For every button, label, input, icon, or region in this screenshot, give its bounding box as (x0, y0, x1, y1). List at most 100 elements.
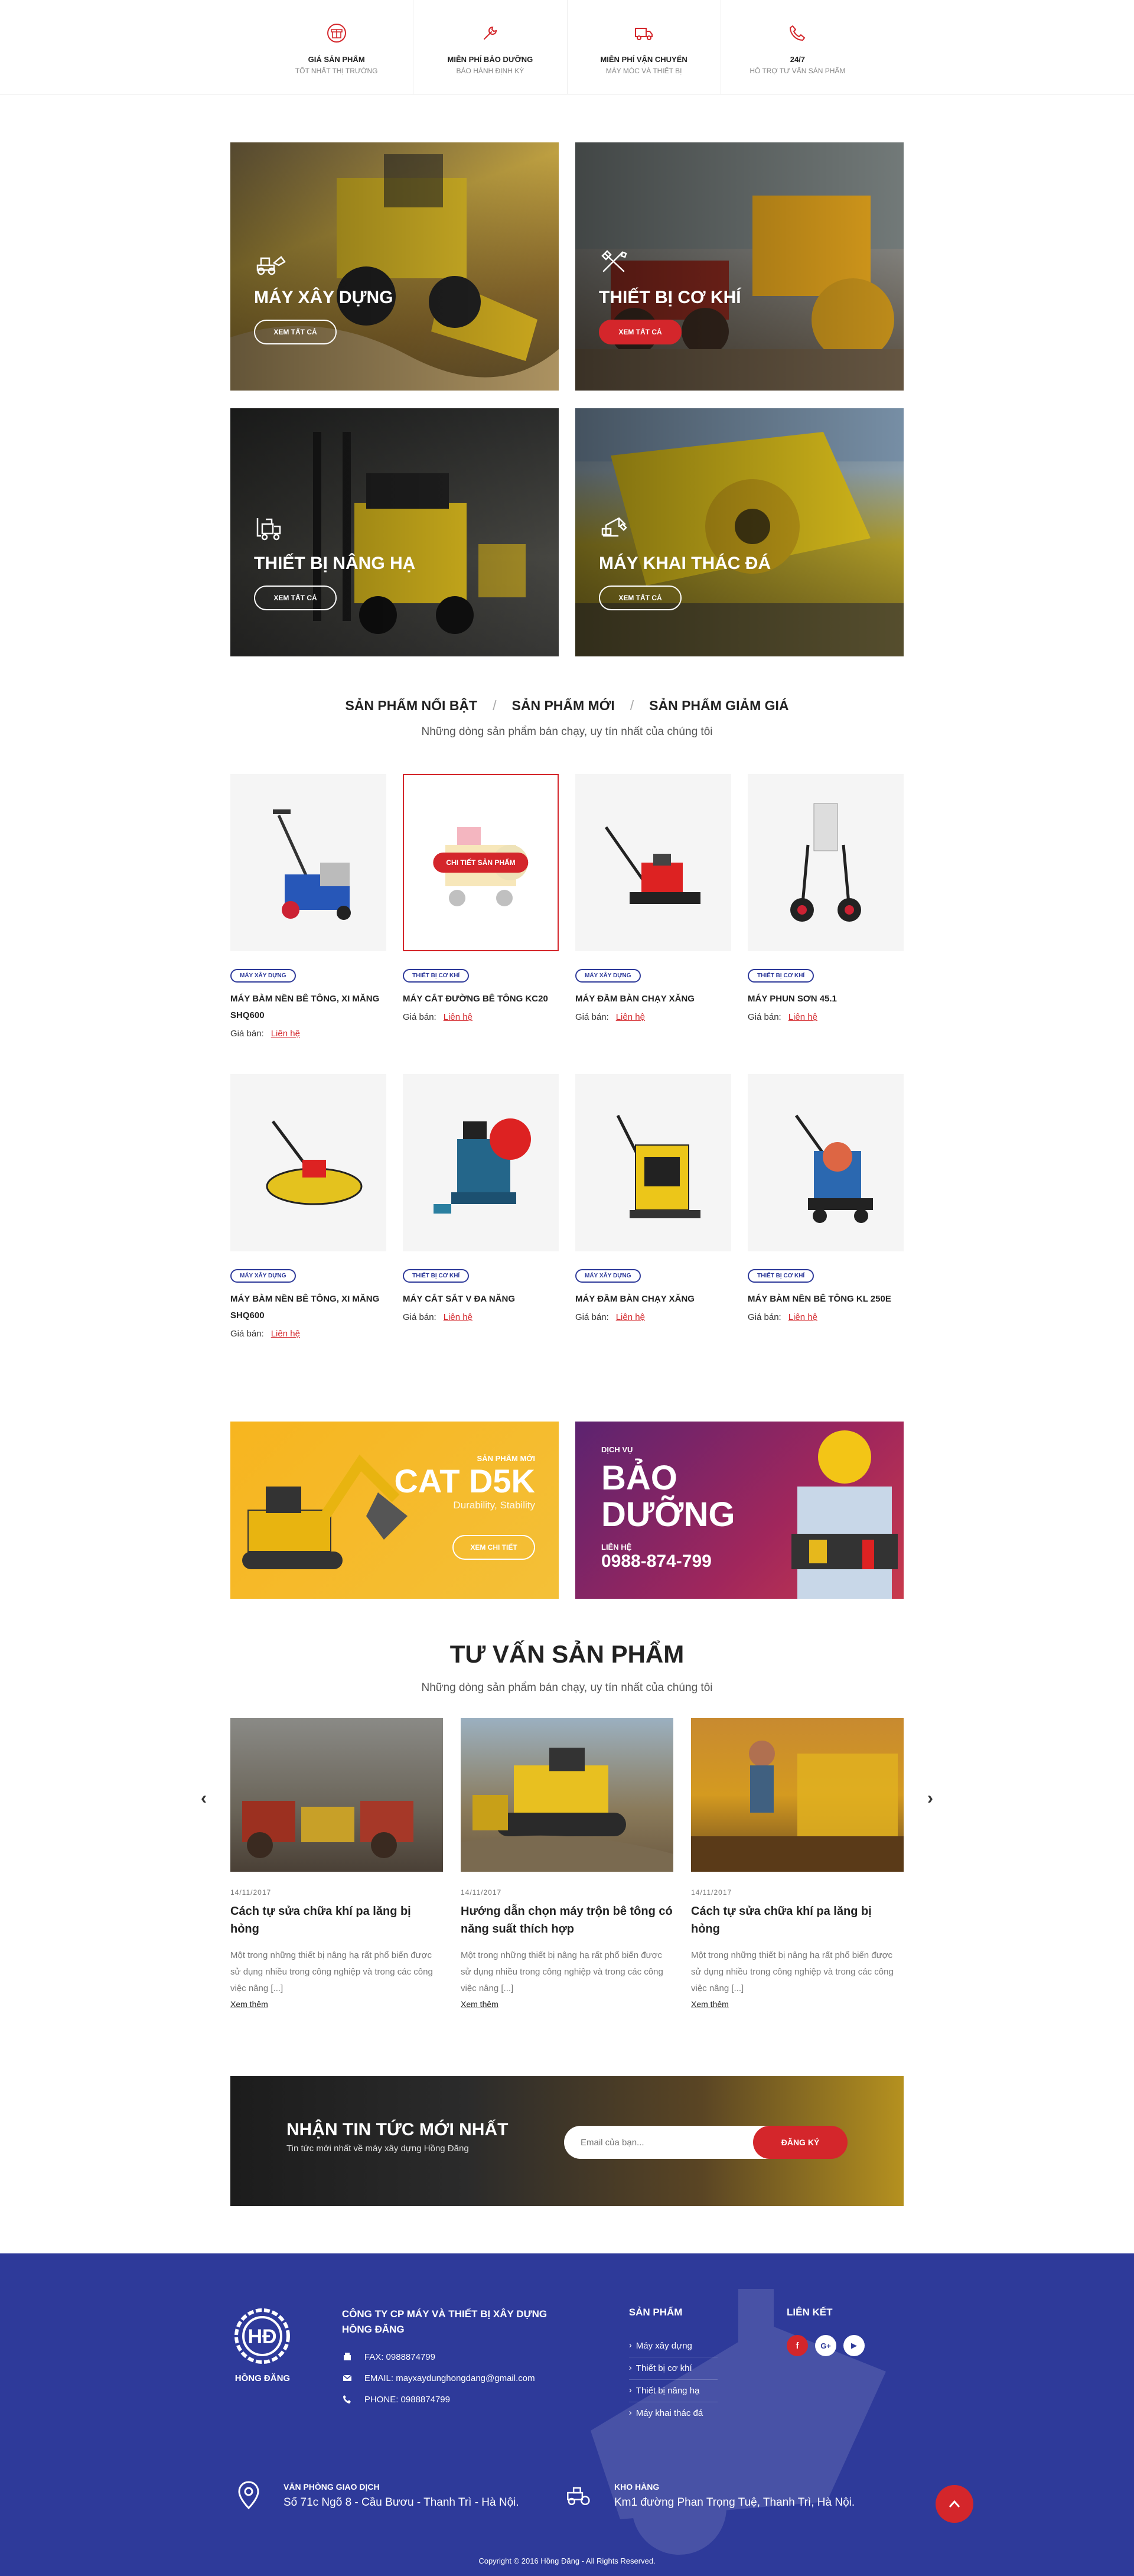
read-more-link[interactable]: Xem thêm (230, 1999, 443, 2009)
tab-sale[interactable]: SẢN PHẨM GIẢM GIÁ (649, 698, 788, 714)
product-card[interactable]: MÁY XÂY DỰNG MÁY ĐẦM BÀN CHẠY XĂNG Giá b… (575, 774, 731, 1074)
footer-link-construction[interactable]: Máy xây dựng (628, 2335, 718, 2357)
price-contact-link[interactable]: Liên hệ (616, 1312, 645, 1322)
post-image[interactable] (461, 1718, 673, 1872)
price-label: Giá bán: (403, 1012, 436, 1022)
footer-link-mechanical[interactable]: Thiết bị cơ khí (628, 2357, 718, 2380)
product-name[interactable]: MÁY ĐẦM BÀN CHẠY XĂNG (575, 1291, 731, 1307)
price-contact-link[interactable]: Liên hệ (444, 1312, 472, 1322)
view-all-button[interactable]: XEM TẤT CẢ (599, 320, 682, 344)
product-category-tag[interactable]: THIẾT BỊ CƠ KHÍ (403, 1269, 470, 1283)
category-construction[interactable]: MÁY XÂY DỰNG XEM TẤT CẢ (230, 142, 559, 391)
price-contact-link[interactable]: Liên hệ (444, 1012, 472, 1022)
tab-new[interactable]: SẢN PHẨM MỚI (512, 698, 615, 714)
product-image[interactable] (575, 774, 731, 951)
phone-icon (342, 2394, 353, 2405)
category-quarry[interactable]: MÁY KHAI THÁC ĐÁ XEM TẤT CẢ (575, 408, 904, 656)
product-image[interactable] (575, 1074, 731, 1251)
category-mechanical[interactable]: THIẾT BỊ CƠ KHÍ XEM TẤT CẢ (575, 142, 904, 391)
feature-subtitle: MÁY MÓC VÀ THIẾT BỊ (605, 66, 682, 75)
price-contact-link[interactable]: Liên hệ (271, 1029, 300, 1039)
product-card[interactable]: MÁY XÂY DỰNG MÁY BÀM NỀN BÊ TÔNG, XI MĂN… (230, 774, 386, 1074)
product-image[interactable] (748, 1074, 904, 1251)
youtube-icon[interactable]: ▶ (843, 2335, 865, 2356)
post-card[interactable]: 14/11/2017 Cách tự sửa chữa khí pa lăng … (230, 1718, 443, 2037)
wrench-icon (477, 19, 504, 47)
email-text[interactable]: EMAIL: mayxaydunghongdang@gmail.com (364, 2373, 535, 2383)
facebook-icon[interactable]: f (787, 2335, 809, 2356)
carousel-prev-arrow[interactable]: ‹ (195, 1787, 213, 1810)
phone-row: PHONE: 0988874799 (342, 2394, 576, 2405)
product-category-tag[interactable]: THIẾT BỊ CƠ KHÍ (748, 1269, 814, 1283)
product-category-tag[interactable]: MÁY XÂY DỰNG (230, 1269, 296, 1283)
product-name[interactable]: MÁY BÀM NỀN BÊ TÔNG KL 250E (748, 1291, 904, 1307)
carousel-next-arrow[interactable]: › (921, 1787, 939, 1810)
product-detail-button[interactable]: CHI TIẾT SẢN PHẨM (433, 853, 529, 873)
email-input[interactable] (564, 2126, 771, 2159)
newsletter-subtitle: Tin tức mới nhất về máy xây dựng Hồng Đă… (286, 2144, 469, 2154)
product-image[interactable] (230, 1074, 386, 1251)
product-card[interactable]: THIẾT BỊ CƠ KHÍ MÁY CẮT SẮT V ĐA NĂNG Gi… (403, 1074, 559, 1374)
product-image[interactable]: CHI TIẾT SẢN PHẨM (403, 774, 559, 951)
view-all-button[interactable]: XEM TẤT CẢ (254, 586, 337, 610)
worker-image (791, 1430, 898, 1599)
office-label: VĂN PHÒNG GIAO DỊCH (284, 2482, 380, 2492)
product-card[interactable]: CHI TIẾT SẢN PHẨM THIẾT BỊ CƠ KHÍ MÁY CẮ… (403, 774, 559, 1074)
read-more-link[interactable]: Xem thêm (461, 1999, 673, 2009)
post-card[interactable]: 14/11/2017 Hướng dẫn chọn máy trộn bê tô… (461, 1718, 673, 2037)
category-lifting[interactable]: THIẾT BỊ NÂNG HẠ XEM TẤT CẢ (230, 408, 559, 656)
post-title[interactable]: Cách tự sửa chữa khí pa lăng bị hỏng (691, 1902, 904, 1938)
promo-maintenance[interactable]: DỊCH VỤ BẢO DƯỠNG LIÊN HỆ 0988-874-799 (575, 1422, 904, 1599)
footer-link-quarry[interactable]: Máy khai thác đá (629, 2402, 718, 2424)
newsletter-title: NHẬN TIN TỨC MỚI NHẤT (286, 2120, 509, 2139)
fax-text: FAX: 0988874799 (364, 2351, 435, 2362)
price-contact-link[interactable]: Liên hệ (271, 1329, 300, 1339)
category-grid: MÁY XÂY DỰNG XEM TẤT CẢ THIẾT BỊ CƠ KHÍ … (230, 142, 904, 656)
product-category-tag[interactable]: MÁY XÂY DỰNG (575, 1269, 641, 1283)
price-contact-link[interactable]: Liên hệ (788, 1312, 817, 1322)
read-more-link[interactable]: Xem thêm (691, 1999, 904, 2009)
product-card[interactable]: THIẾT BỊ CƠ KHÍ MÁY PHUN SƠN 45.1 Giá bá… (748, 774, 904, 1074)
product-category-tag[interactable]: THIẾT BỊ CƠ KHÍ (403, 969, 470, 983)
post-title[interactable]: Cách tự sửa chữa khí pa lăng bị hỏng (230, 1902, 443, 1938)
product-name[interactable]: MÁY CẮT ĐƯỜNG BÊ TÔNG KC20 (403, 991, 559, 1007)
product-category-tag[interactable]: THIẾT BỊ CƠ KHÍ (748, 969, 814, 983)
post-image[interactable] (691, 1718, 904, 1872)
promo-cat-d5k[interactable]: SẢN PHẨM MỚI CAT D5K Durability, Stabili… (230, 1422, 559, 1599)
post-title[interactable]: Hướng dẫn chọn máy trộn bê tông có năng … (461, 1902, 673, 1938)
view-detail-button[interactable]: XEM CHI TIẾT (452, 1535, 535, 1560)
product-price: Giá bán: Liên hệ (748, 1312, 904, 1322)
product-card[interactable]: THIẾT BỊ CƠ KHÍ MÁY BÀM NỀN BÊ TÔNG KL 2… (748, 1074, 904, 1374)
product-card[interactable]: MÁY XÂY DỰNG MÁY ĐẦM BÀN CHẠY XĂNG Giá b… (575, 1074, 731, 1374)
product-category-tag[interactable]: MÁY XÂY DỰNG (575, 969, 641, 983)
phone-text[interactable]: PHONE: 0988874799 (364, 2395, 450, 2405)
product-image[interactable] (230, 774, 386, 951)
post-image[interactable] (230, 1718, 443, 1872)
product-name[interactable]: MÁY ĐẦM BÀN CHẠY XĂNG (575, 991, 731, 1007)
price-contact-link[interactable]: Liên hệ (616, 1012, 645, 1022)
view-all-button[interactable]: XEM TẤT CẢ (254, 320, 337, 344)
promo-phone[interactable]: 0988-874-799 (601, 1552, 735, 1572)
tab-featured[interactable]: SẢN PHẨM NỔI BẬT (345, 698, 477, 714)
view-all-button[interactable]: XEM TẤT CẢ (599, 586, 682, 610)
footer-logo[interactable]: HĐ HỒNG ĐĂNG (230, 2307, 295, 2424)
product-name[interactable]: MÁY BÀM NỀN BÊ TÔNG, XI MĂNG SHQ600 (230, 1291, 386, 1324)
back-to-top-button[interactable] (936, 2485, 973, 2523)
product-name[interactable]: MÁY BÀM NỀN BÊ TÔNG, XI MĂNG SHQ600 (230, 991, 386, 1024)
promo-contact-label: LIÊN HỆ (601, 1543, 632, 1552)
product-image[interactable] (748, 774, 904, 951)
product-name[interactable]: MÁY PHUN SƠN 45.1 (748, 991, 904, 1007)
tractor-icon (566, 2481, 593, 2510)
newsletter-banner: NHẬN TIN TỨC MỚI NHẤT Tin tức mới nhất v… (230, 2076, 904, 2206)
price-contact-link[interactable]: Liên hệ (788, 1012, 817, 1022)
feature-subtitle: HỖ TRỢ TƯ VẤN SẢN PHẨM (750, 66, 846, 75)
google-plus-icon[interactable]: G+ (815, 2335, 837, 2356)
product-price: Giá bán: Liên hệ (748, 1012, 904, 1022)
post-card[interactable]: 14/11/2017 Cách tự sửa chữa khí pa lăng … (691, 1718, 904, 2037)
subscribe-button[interactable]: ĐĂNG KÝ (753, 2126, 848, 2159)
product-category-tag[interactable]: MÁY XÂY DỰNG (230, 969, 296, 983)
product-name[interactable]: MÁY CẮT SẮT V ĐA NĂNG (403, 1291, 559, 1307)
product-card[interactable]: MÁY XÂY DỰNG MÁY BÀM NỀN BÊ TÔNG, XI MĂN… (230, 1074, 386, 1374)
product-image[interactable] (403, 1074, 559, 1251)
footer-link-lifting[interactable]: Thiết bị nâng hạ (628, 2380, 718, 2402)
